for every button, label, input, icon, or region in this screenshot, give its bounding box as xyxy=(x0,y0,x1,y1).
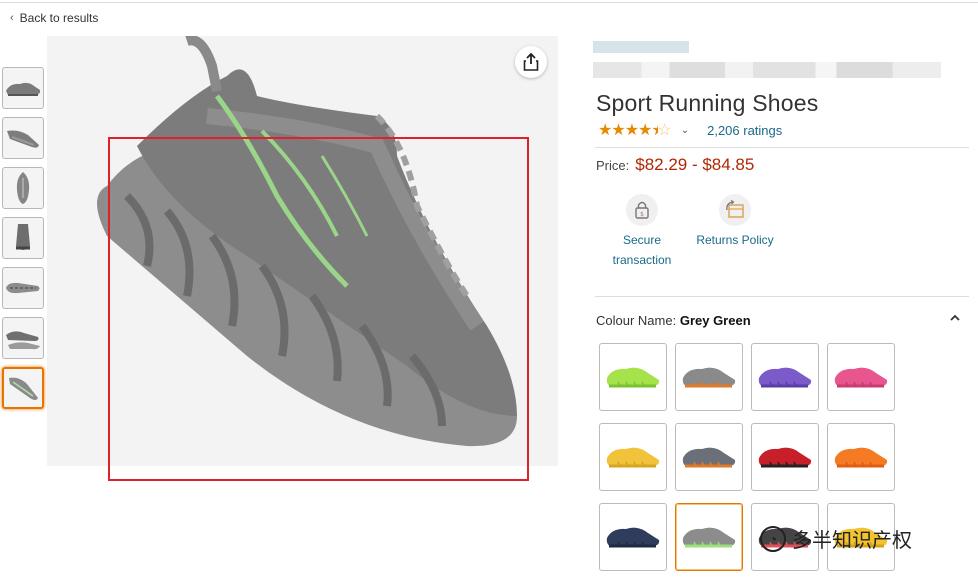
returns-policy-feature[interactable]: Returns Policy xyxy=(692,194,778,250)
top-divider xyxy=(0,2,978,3)
thumbnail-1[interactable] xyxy=(2,67,44,109)
colour-swatch[interactable] xyxy=(751,423,819,491)
feature-label-line1: Returns Policy xyxy=(696,233,774,247)
shoe-sole-thumb-icon xyxy=(6,282,40,294)
returns-box-icon xyxy=(719,194,751,226)
shoe-side-thumb-icon xyxy=(6,82,41,96)
thumbnail-7[interactable] xyxy=(2,367,44,409)
secure-transaction-feature[interactable]: $ Secure transaction xyxy=(602,194,682,270)
shoe-back-thumb-icon xyxy=(16,224,30,250)
ratings-count-link[interactable]: 2,206 ratings xyxy=(707,123,782,138)
shoe-swatch-icon xyxy=(606,367,660,388)
rating-row: ★★★★★☆ ⌄ 2,206 ratings xyxy=(598,120,782,140)
price-row: Price: $82.29 - $84.85 xyxy=(596,155,754,175)
colour-selected-value: Grey Green xyxy=(679,313,751,328)
shoe-angle-thumb-icon xyxy=(7,130,39,148)
chevron-down-icon[interactable]: ⌄ xyxy=(681,125,689,136)
shoe-swatch-icon xyxy=(682,447,736,468)
thumbnail-6[interactable] xyxy=(2,317,44,359)
colour-swatch[interactable] xyxy=(827,423,895,491)
colour-swatch[interactable] xyxy=(599,343,667,411)
thumbnail-3[interactable] xyxy=(2,167,44,209)
shoe-swatch-icon xyxy=(834,367,888,388)
colour-name-row: Colour Name: Grey Green xyxy=(596,313,751,328)
colour-swatch[interactable] xyxy=(827,343,895,411)
colour-label: Colour Name: xyxy=(596,313,677,328)
star-rating-icon[interactable]: ★★★★★☆ xyxy=(598,120,672,140)
blurred-product-name xyxy=(593,62,941,78)
back-label: Back to results xyxy=(19,11,99,25)
thumbnail-2[interactable] xyxy=(2,117,44,159)
shoe-swatch-icon xyxy=(682,367,736,388)
divider xyxy=(595,296,969,297)
blurred-brand xyxy=(593,41,689,53)
shoe-swatch-icon xyxy=(606,447,660,468)
price-label: Price: xyxy=(596,158,630,173)
thumbnail-list xyxy=(2,67,44,417)
shoe-swatch-icon xyxy=(606,527,660,548)
price-value: $82.29 - $84.85 xyxy=(635,155,755,174)
product-title: Sport Running Shoes xyxy=(596,90,819,116)
lock-icon: $ xyxy=(626,194,658,226)
chevron-left-icon: ‹ xyxy=(10,12,14,24)
share-button[interactable] xyxy=(515,46,547,78)
thumbnail-4[interactable] xyxy=(2,217,44,259)
watermark-text: 多半知识产权 xyxy=(792,530,912,552)
wechat-logo-icon: ◔ xyxy=(760,525,786,552)
chevron-up-icon[interactable] xyxy=(950,311,960,325)
highlight-box xyxy=(108,137,529,481)
feature-label-line1: Secure xyxy=(622,233,662,247)
shoe-pair-thumb-icon xyxy=(6,331,40,350)
shoe-swatch-icon xyxy=(758,447,812,468)
shoe-swatch-icon xyxy=(834,447,888,468)
colour-swatch[interactable] xyxy=(675,423,743,491)
shoe-swatch-icon xyxy=(682,527,736,548)
colour-swatch[interactable] xyxy=(675,503,743,571)
svg-text:$: $ xyxy=(640,211,644,218)
share-icon xyxy=(523,53,539,71)
feature-label-line2: transaction xyxy=(612,253,672,267)
shoe-swatch-icon xyxy=(758,367,812,388)
colour-swatch[interactable] xyxy=(599,423,667,491)
colour-swatch[interactable] xyxy=(751,343,819,411)
colour-swatch[interactable] xyxy=(599,503,667,571)
colour-swatch[interactable] xyxy=(675,343,743,411)
watermark: ◔ 多半知识产权 xyxy=(760,524,912,553)
divider xyxy=(595,147,969,148)
shoe-main-thumb-icon xyxy=(9,377,38,400)
thumbnail-5[interactable] xyxy=(2,267,44,309)
shoe-top-thumb-icon xyxy=(16,172,30,204)
back-to-results-link[interactable]: ‹ Back to results xyxy=(10,11,98,25)
